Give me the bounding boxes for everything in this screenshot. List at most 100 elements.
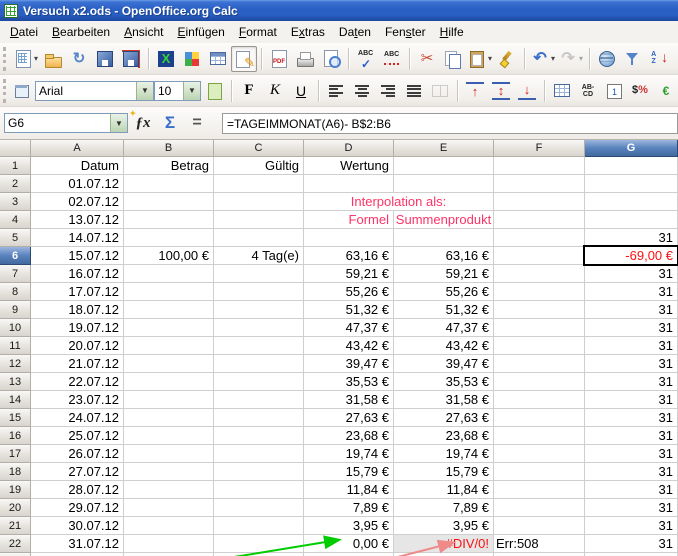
cell-E14[interactable]: 31,58 € [394,391,494,409]
cell-D9[interactable]: 51,32 € [304,301,394,319]
cell-C2[interactable] [214,175,304,193]
cell-C10[interactable] [214,319,304,337]
date-format-button[interactable] [601,78,627,104]
row-header-11[interactable]: 11 [0,337,31,355]
print-button[interactable] [292,46,318,72]
justify-button[interactable] [401,78,427,104]
autofilter-button[interactable] [620,46,646,72]
cell-A18[interactable]: 27.07.12 [31,463,124,481]
insert-table-button[interactable] [205,46,231,72]
cell-A16[interactable]: 25.07.12 [31,427,124,445]
cell-C22[interactable] [214,535,304,553]
cell-D10[interactable]: 47,37 € [304,319,394,337]
row-header-8[interactable]: 8 [0,283,31,301]
row-header-15[interactable]: 15 [0,409,31,427]
cell-C18[interactable] [214,463,304,481]
cell-E21[interactable]: 3,95 € [394,517,494,535]
cell-C6[interactable]: 4 Tag(e) [214,247,304,265]
cell-E9[interactable]: 51,32 € [394,301,494,319]
cell-G20[interactable]: 31 [585,499,678,517]
cell-G14[interactable]: 31 [585,391,678,409]
save-button[interactable] [92,46,118,72]
open-button[interactable] [40,46,66,72]
menu-daten[interactable]: Daten [332,22,378,42]
row-header-14[interactable]: 14 [0,391,31,409]
cell-B5[interactable] [124,229,214,247]
cell-C1[interactable]: Gültig [214,157,304,175]
cell-A5[interactable]: 14.07.12 [31,229,124,247]
cell-A11[interactable]: 20.07.12 [31,337,124,355]
cell-B21[interactable] [124,517,214,535]
function-button[interactable]: = [185,111,209,135]
cell-B19[interactable] [124,481,214,499]
bold-button[interactable]: F [236,78,262,104]
cut-button[interactable]: ✂ [414,46,440,72]
cell-A22[interactable]: 31.07.12 [31,535,124,553]
menu-extras[interactable]: Extras [284,22,332,42]
column-header-B[interactable]: B [124,140,214,157]
cell-B2[interactable] [124,175,214,193]
dropdown-arrow-icon[interactable]: ▾ [551,54,555,63]
cell-F22[interactable]: Err:508 [494,535,585,553]
cell-A13[interactable]: 22.07.12 [31,373,124,391]
cell-F13[interactable] [494,373,585,391]
dropdown-arrow-icon[interactable]: ▾ [579,54,583,63]
cell-A12[interactable]: 21.07.12 [31,355,124,373]
font-size-combo[interactable]: ▼ [154,81,201,101]
cell-A6[interactable]: 15.07.12 [31,247,124,265]
align-left-button[interactable] [323,78,349,104]
row-header-19[interactable]: 19 [0,481,31,499]
cell-F19[interactable] [494,481,585,499]
menu-format[interactable]: Format [232,22,284,42]
cell-F8[interactable] [494,283,585,301]
menu-datei[interactable]: Datei [3,22,45,42]
cell-F4[interactable] [494,211,585,229]
function-wizard-button[interactable]: ƒx [131,111,155,135]
cell-G6[interactable]: -69,00 € [585,247,678,265]
cell-F17[interactable] [494,445,585,463]
cell-G15[interactable]: 31 [585,409,678,427]
cell-B11[interactable] [124,337,214,355]
cell-C14[interactable] [214,391,304,409]
cell-G12[interactable]: 31 [585,355,678,373]
cell-A17[interactable]: 26.07.12 [31,445,124,463]
row-header-1[interactable]: 1 [0,157,31,175]
cell-B22[interactable] [124,535,214,553]
cell-C9[interactable] [214,301,304,319]
formula-input[interactable] [222,113,678,134]
underline-button[interactable]: U [288,78,314,104]
cell-F2[interactable] [494,175,585,193]
cell-D11[interactable]: 43,42 € [304,337,394,355]
cell-G22[interactable]: 31 [585,535,678,553]
borders-button[interactable] [549,78,575,104]
cell-C4[interactable] [214,211,304,229]
cell-D4[interactable]: Formel [304,211,394,229]
paste-button[interactable]: ▾ [466,46,494,72]
cell-C5[interactable] [214,229,304,247]
cell-D21[interactable]: 3,95 € [304,517,394,535]
cell-F9[interactable] [494,301,585,319]
cell-D15[interactable]: 27,63 € [304,409,394,427]
auto-spellcheck-button[interactable] [379,46,405,72]
row-header-16[interactable]: 16 [0,427,31,445]
cell-C21[interactable] [214,517,304,535]
cell-B10[interactable] [124,319,214,337]
menu-fenster[interactable]: Fenster [378,22,433,42]
cell-E10[interactable]: 47,37 € [394,319,494,337]
cell-B15[interactable] [124,409,214,427]
cell-D2[interactable] [304,175,394,193]
chevron-down-icon[interactable]: ▼ [136,82,153,100]
cell-B3[interactable] [124,193,214,211]
sum-button[interactable]: Σ [158,111,182,135]
font-name-input[interactable] [36,84,136,98]
valign-bottom-button[interactable] [514,78,540,104]
cell-E2[interactable] [394,175,494,193]
cell-E7[interactable]: 59,21 € [394,265,494,283]
name-box[interactable]: ▼ [4,113,128,133]
excel-document-button[interactable] [153,46,179,72]
font-name-combo[interactable]: ▼ [35,81,154,101]
row-header-5[interactable]: 5 [0,229,31,247]
cell-A15[interactable]: 24.07.12 [31,409,124,427]
cell-C7[interactable] [214,265,304,283]
column-header-D[interactable]: D [304,140,394,157]
